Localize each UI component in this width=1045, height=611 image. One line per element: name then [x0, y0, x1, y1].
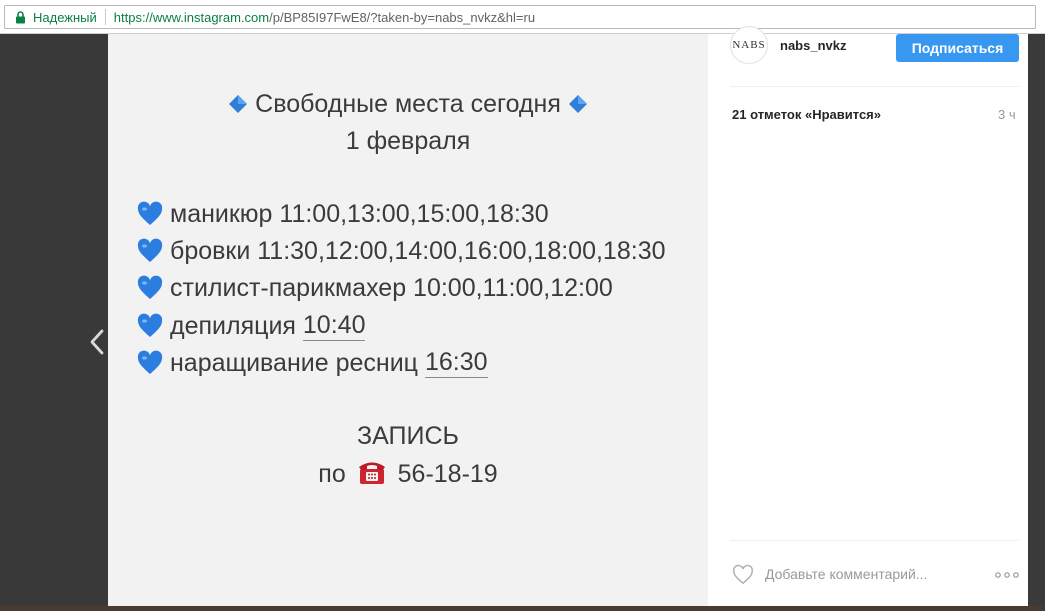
service-label: бровки 11:30,12:00,14:00,16:00,18:00,18:… — [170, 237, 666, 265]
service-time-link: 10:40 — [302, 311, 366, 341]
modal-overlay-left[interactable] — [0, 34, 108, 611]
omnibox[interactable]: Надежный https://www.instagram.com/p/BP8… — [4, 5, 1036, 29]
service-time-link: 16:30 — [424, 348, 488, 378]
image-title-line: Свободные места сегодня — [108, 89, 708, 119]
phone-number: 56-18-19 — [397, 460, 498, 488]
service-item: бровки 11:30,12:00,14:00,16:00,18:00,18:… — [136, 236, 666, 266]
blue-diamond-icon — [229, 95, 248, 113]
browser-address-bar: Надежный https://www.instagram.com/p/BP8… — [0, 0, 1045, 34]
image-date: 1 февраля — [345, 127, 471, 155]
service-label: наращивание ресниц — [170, 348, 418, 377]
avatar[interactable]: NABS — [730, 26, 768, 64]
more-options-button[interactable] — [994, 568, 1020, 582]
blue-heart-icon — [137, 350, 163, 374]
url-path: /p/BP85I97FwE8/?taken-by=nabs_nvkz&hl=ru — [269, 9, 536, 25]
post-image-text: Свободные места сегодня 1 февраля маникю… — [108, 34, 708, 611]
avatar-logo: NABS — [732, 39, 766, 51]
likes-count[interactable]: 21 отметок «Нравится» — [732, 107, 881, 122]
comment-input[interactable] — [765, 562, 965, 586]
address-separator — [104, 9, 106, 25]
secure-label[interactable]: Надежный — [33, 10, 97, 25]
service-label: депиляция — [170, 311, 296, 340]
post-image[interactable]: Свободные места сегодня 1 февраля маникю… — [108, 34, 708, 611]
follow-button[interactable]: Подписаться — [896, 34, 1019, 62]
lock-icon[interactable] — [11, 6, 29, 28]
blue-diamond-icon — [568, 95, 587, 113]
blue-heart-icon — [137, 313, 163, 337]
footer-divider — [730, 540, 1019, 541]
service-item: стилист-парикмахер 10:00,11:00,12:00 — [136, 273, 613, 303]
booking-phone-line: по 56-18-19 — [108, 457, 708, 489]
more-dots-icon — [995, 572, 1019, 578]
modal-overlay-right[interactable] — [1028, 34, 1045, 611]
blue-heart-icon — [137, 275, 163, 299]
url-text[interactable]: https://www.instagram.com/p/BP85I97FwE8/… — [114, 10, 535, 25]
image-title: Свободные места сегодня — [255, 90, 561, 118]
username-link[interactable]: nabs_nvkz — [780, 38, 846, 53]
service-item: наращивание ресниц 16:30 — [136, 347, 488, 378]
service-label: маникюр 11:00,13:00,15:00,18:30 — [170, 200, 549, 228]
background-strip — [0, 606, 1045, 611]
blue-heart-icon — [137, 201, 163, 225]
blue-heart-icon — [137, 238, 163, 262]
url-scheme: https:// — [113, 9, 153, 25]
telephone-icon — [358, 462, 385, 484]
phone-prefix: по — [318, 460, 346, 488]
header-divider — [730, 86, 1019, 87]
instagram-post-modal: Свободные места сегодня 1 февраля маникю… — [0, 26, 1045, 611]
url-host: www.instagram.com — [152, 9, 270, 25]
service-item: маникюр 11:00,13:00,15:00,18:30 — [136, 199, 549, 229]
previous-post-button[interactable] — [82, 324, 112, 360]
service-item: депиляция 10:40 — [136, 310, 366, 341]
service-label: стилист-парикмахер 10:00,11:00,12:00 — [170, 274, 613, 302]
post-time[interactable]: 3 ч — [998, 107, 1016, 122]
booking-heading: ЗАПИСЬ — [357, 422, 459, 450]
post-side-panel: NABS nabs_nvkz Подписаться 21 отметок «Н… — [708, 26, 1028, 611]
heart-outline-icon — [732, 564, 754, 585]
chevron-left-icon — [90, 329, 104, 355]
like-button[interactable] — [732, 564, 754, 586]
